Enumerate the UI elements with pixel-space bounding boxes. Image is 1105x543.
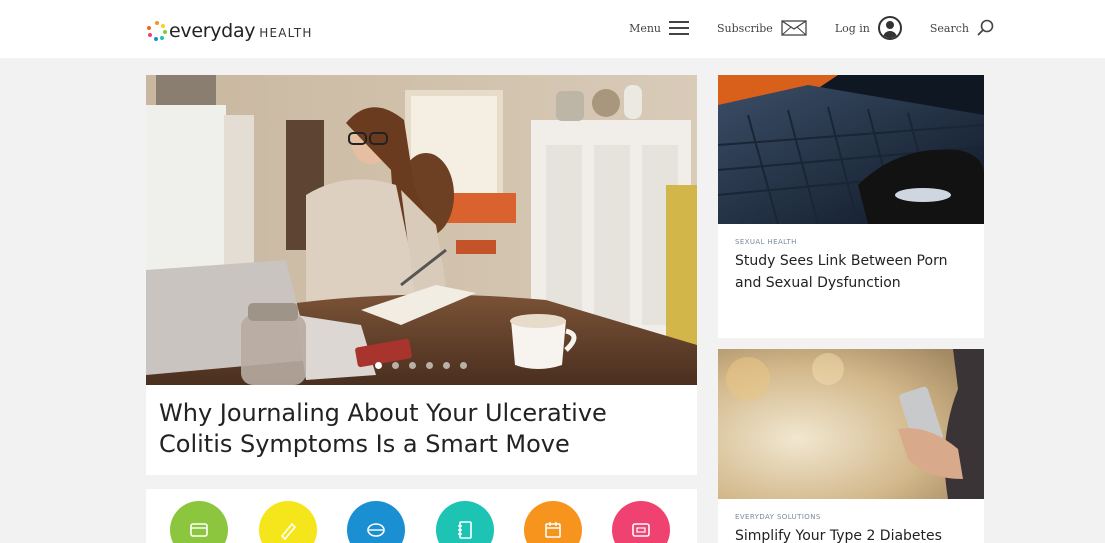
pencil-icon (280, 522, 297, 541)
search-icon (977, 19, 994, 36)
side-article-card[interactable]: EVERYDAY SOLUTIONS Simplify Your Type 2 … (718, 349, 984, 543)
tools-icon-row (146, 489, 697, 543)
carousel-dot[interactable] (392, 362, 399, 369)
search-button[interactable]: Search (930, 19, 995, 37)
calendar-card-icon (190, 523, 208, 537)
menu-label: Menu (629, 21, 662, 35)
pill-icon (367, 523, 385, 537)
carousel-dot[interactable] (375, 362, 382, 369)
carousel-dot[interactable] (409, 362, 416, 369)
hero-image[interactable] (146, 75, 697, 385)
logo-everyday: everyday (169, 20, 256, 42)
tool-calendar-card-button[interactable] (170, 501, 228, 543)
login-label: Log in (834, 21, 870, 35)
logo-health: HEALTH (259, 25, 313, 40)
tool-notebook-button[interactable] (436, 501, 494, 543)
notebook-icon (458, 521, 472, 539)
side-article-title[interactable]: Simplify Your Type 2 Diabetes (735, 525, 970, 543)
tool-pill-button[interactable] (347, 501, 405, 543)
login-button[interactable]: Log in (835, 16, 902, 40)
hamburger-icon (669, 21, 690, 35)
tool-calendar-button[interactable] (524, 501, 582, 543)
search-label: Search (929, 21, 969, 35)
hero-article-title[interactable]: Why Journaling About Your Ulcerative Col… (159, 398, 679, 460)
phone-hand-photo (718, 349, 984, 499)
hero-article-card[interactable]: Why Journaling About Your Ulcerative Col… (146, 75, 697, 475)
menu-button[interactable]: Menu (629, 21, 690, 35)
side-article-category[interactable]: EVERYDAY SOLUTIONS (735, 513, 984, 521)
carousel-dot[interactable] (443, 362, 450, 369)
calendar-icon (545, 522, 561, 538)
carousel-dots (375, 362, 477, 369)
tool-pencil-button[interactable] (259, 501, 317, 543)
side-article-category[interactable]: SEXUAL HEALTH (735, 238, 984, 246)
side-article-image[interactable] (718, 349, 984, 499)
tool-screen-button[interactable] (612, 501, 670, 543)
side-article-card[interactable]: SEXUAL HEALTH Study Sees Link Between Po… (718, 75, 984, 338)
site-logo[interactable]: everyday HEALTH (147, 17, 313, 45)
main-nav: Menu Subscribe Log in Search (601, 16, 995, 40)
side-article-image[interactable] (718, 75, 984, 224)
user-avatar-icon (877, 16, 902, 40)
envelope-icon (781, 20, 807, 36)
woman-journaling-photo (146, 75, 697, 385)
carousel-dot[interactable] (426, 362, 433, 369)
subscribe-label: Subscribe (717, 21, 773, 35)
carousel-dot[interactable] (460, 362, 467, 369)
logo-sun-icon (147, 21, 167, 41)
screen-icon (632, 523, 650, 537)
subscribe-button[interactable]: Subscribe (717, 20, 807, 36)
keyboard-photo (718, 75, 984, 224)
site-header: everyday HEALTH Menu Subscribe Log in Se… (0, 0, 1105, 58)
side-article-title[interactable]: Study Sees Link Between Porn and Sexual … (735, 250, 970, 294)
